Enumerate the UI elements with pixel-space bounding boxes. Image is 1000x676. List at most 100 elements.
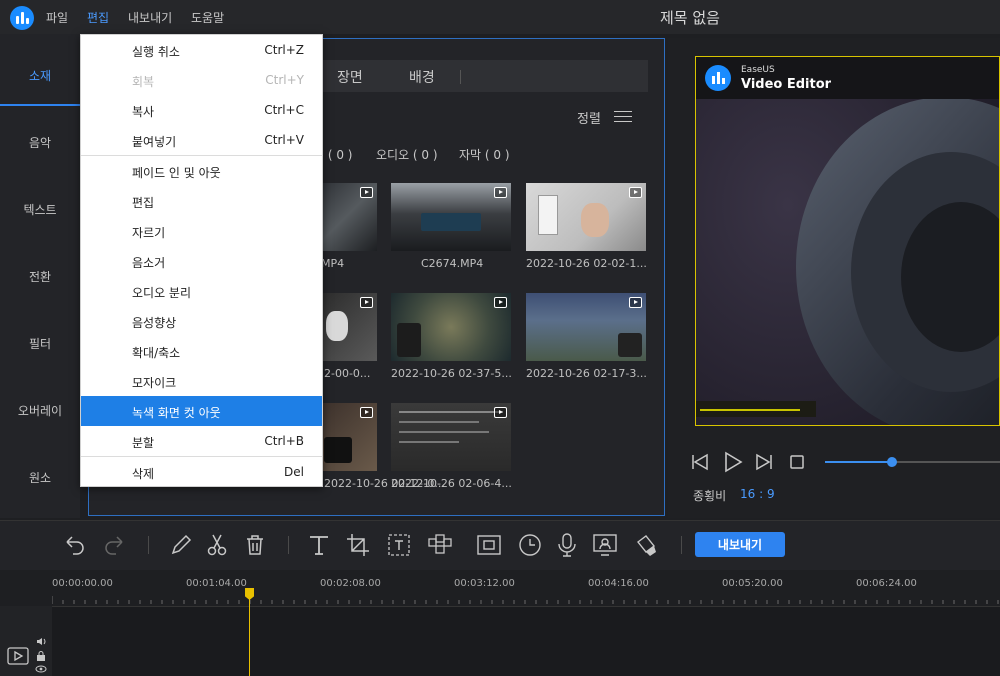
aspect-ratio-value[interactable]: 16 : 9 [740,487,775,501]
menu-item-undo[interactable]: 실행 취소 Ctrl+Z [81,35,322,65]
menu-item-shortcut: Ctrl+Z [264,43,304,57]
playhead-line [249,598,250,676]
brand-company: EaseUS [741,65,775,75]
thumbnail-detail [399,421,479,423]
menu-export[interactable]: 내보내기 [128,9,172,26]
next-frame-icon[interactable] [754,453,774,471]
menu-item-label: 모자이크 [132,376,177,390]
video-badge-icon [494,297,507,308]
video-badge-icon [360,407,373,418]
media-thumbnail[interactable] [314,403,377,471]
eye-icon[interactable] [35,665,47,673]
lock-icon[interactable] [36,651,46,661]
play-icon[interactable] [722,451,744,473]
color-fill-icon[interactable] [634,532,660,558]
preview-canvas[interactable]: EaseUS Video Editor [695,56,1000,426]
menu-file[interactable]: 파일 [46,9,68,26]
export-button[interactable]: 내보내기 [695,532,785,557]
video-badge-icon [629,297,642,308]
mosaic-icon[interactable] [427,532,453,558]
previous-frame-icon[interactable] [690,453,710,471]
menu-item-voice-enhance[interactable]: 음성향상 [81,306,322,336]
menu-item-delete[interactable]: 삭제 Del [81,457,322,487]
rail-item-music[interactable]: 음악 [0,134,80,151]
speaker-icon[interactable] [36,637,46,646]
media-thumbnail[interactable] [391,183,511,251]
menu-item-label: 녹색 화면 컷 아웃 [132,406,221,420]
title-bar: 파일 편집 내보내기 도움말 제목 없음 [0,0,1000,34]
media-thumbnail[interactable] [314,293,377,361]
filter-audio[interactable]: 오디오 ( 0 ) [376,146,438,163]
menu-item-mute[interactable]: 음소거 [81,246,322,276]
ruler-time-label: 00:02:08.00 [320,578,381,589]
scissors-icon[interactable] [204,532,230,558]
menu-item-label: 분할 [132,436,155,450]
toolbar-divider [148,536,149,554]
menu-item-detach-audio[interactable]: 오디오 분리 [81,276,322,306]
menu-item-crop[interactable]: 자르기 [81,216,322,246]
media-tabs [320,60,648,92]
thumbnail-detail [397,323,421,357]
menu-item-redo: 회복 Ctrl+Y [81,65,322,95]
thumbnail-detail [324,437,352,463]
rail-item-overlay[interactable]: 오버레이 [0,402,80,419]
webcam-record-icon[interactable] [592,532,618,558]
brand-product: Video Editor [741,77,832,92]
menu-item-label: 복사 [132,105,155,119]
rail-item-text[interactable]: 텍스트 [0,201,80,218]
video-badge-icon [494,407,507,418]
text-box-icon[interactable] [386,532,412,558]
tab-background[interactable]: 배경 [409,67,435,87]
menu-item-paste[interactable]: 붙여넣기 Ctrl+V [81,125,322,155]
text-icon[interactable] [306,532,332,558]
menu-item-fade-in-out[interactable]: 페이드 인 및 아웃 [81,156,322,186]
menu-item-split[interactable]: 분할 Ctrl+B [81,426,322,456]
volume-slider-handle[interactable] [886,457,897,467]
rail-item-element[interactable]: 원소 [0,469,80,486]
menu-item-label: 음소거 [132,256,166,270]
ruler-time-label: 00:06:24.00 [856,578,917,589]
menu-item-label: 편집 [132,196,155,210]
menu-item-label: 확대/축소 [132,346,181,360]
zoom-frame-icon[interactable] [476,532,502,558]
tab-scene[interactable]: 장면 [337,67,363,87]
menu-item-edit[interactable]: 편집 [81,186,322,216]
sort-label[interactable]: 정렬 [577,108,601,127]
menu-item-label: 붙여넣기 [132,135,177,149]
media-thumbnail[interactable] [526,183,646,251]
pencil-icon[interactable] [168,532,194,558]
ruler-time-label: 00:03:12.00 [454,578,515,589]
media-thumbnail[interactable] [526,293,646,361]
filter-subtitle[interactable]: 자막 ( 0 ) [459,146,510,163]
ruler-time-label: 00:01:04.00 [186,578,247,589]
sort-list-icon[interactable] [614,110,632,124]
stop-icon[interactable] [789,454,805,470]
timeline-track-area[interactable] [0,606,1000,676]
menu-edit[interactable]: 편집 [87,9,109,26]
aspect-ratio-label: 종횡비 [693,489,727,503]
trash-icon[interactable] [242,532,268,558]
rail-item-media[interactable]: 소재 [0,67,80,84]
crop-icon[interactable] [345,532,371,558]
app-logo-icon [10,6,34,30]
video-badge-icon [360,297,373,308]
menu-item-green-screen-cutout[interactable]: 녹색 화면 컷 아웃 [81,396,322,426]
menu-item-label: 오디오 분리 [132,286,192,300]
menu-item-mosaic[interactable]: 모자이크 [81,366,322,396]
rail-item-filter[interactable]: 필터 [0,335,80,352]
thumbnail-detail [618,333,642,357]
toolbar-divider [288,536,289,554]
menu-item-copy[interactable]: 복사 Ctrl+C [81,95,322,125]
media-thumbnail[interactable] [391,403,511,471]
menu-help[interactable]: 도움말 [191,9,224,26]
redo-icon[interactable] [102,532,128,558]
media-caption: 2022-10-26 02-02-1... [526,257,647,270]
undo-icon[interactable] [61,532,87,558]
speed-clock-icon[interactable] [517,532,543,558]
media-thumbnail[interactable] [391,293,511,361]
microphone-icon[interactable] [554,532,580,558]
rail-item-transition[interactable]: 전환 [0,268,80,285]
menu-item-shortcut: Ctrl+C [264,103,304,117]
menu-item-zoom[interactable]: 확대/축소 [81,336,322,366]
media-thumbnail[interactable] [314,183,377,251]
